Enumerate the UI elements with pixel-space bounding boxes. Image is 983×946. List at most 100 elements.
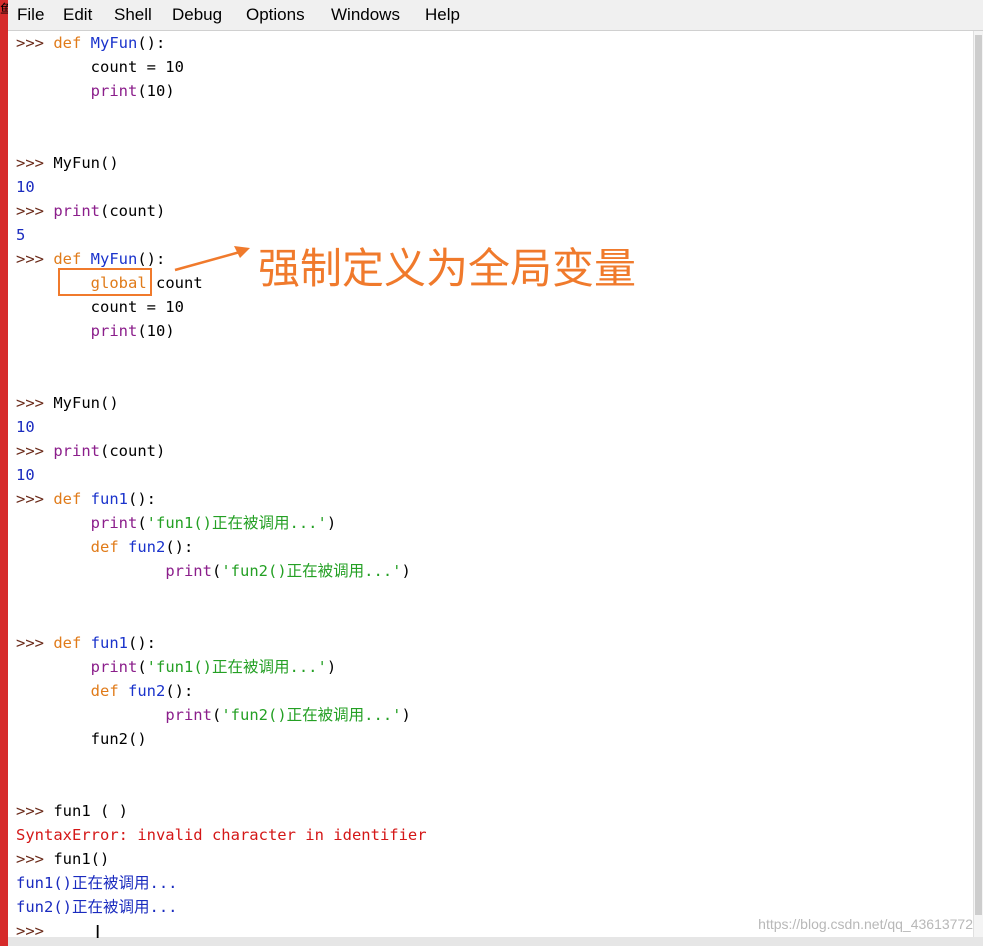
code-token: ) [401,706,411,724]
shell-line: 5 [16,223,25,247]
shell-line: count = 10 [16,55,184,79]
code-token: print [53,202,100,220]
annotation-highlight-box [58,268,152,296]
code-token: def [53,34,82,52]
code-token: fun1 ( ) [53,802,128,820]
shell-text-area[interactable]: >>> def MyFun(): count = 10 print(10) >>>… [8,31,974,937]
code-token: print [90,322,138,340]
code-token: ) [326,514,337,532]
code-token: MyFun() [53,394,119,412]
shell-line: SyntaxError: invalid character in identi… [16,823,427,847]
code-token: 10 [16,178,35,196]
shell-line: 10 [16,175,35,199]
vertical-scrollbar[interactable] [973,31,983,937]
menu-windows[interactable]: Windows [331,5,400,25]
code-token: fun1 [90,490,128,508]
code-token: 5 [16,226,26,244]
shell-line: def fun2(): [16,535,194,559]
code-token: print [53,442,100,460]
watermark: https://blog.csdn.net/qq_43613772 [758,916,973,932]
code-token: >>> [16,154,54,172]
code-token: ( [211,706,222,724]
menu-debug[interactable]: Debug [172,5,222,25]
code-token: fun2 [128,682,166,700]
code-token: >>> [16,922,54,937]
annotation-label: 强制定义为全局变量 [258,244,637,293]
code-token: def [53,490,82,508]
code-token: print [90,514,138,532]
shell-line: >>> def fun1(): [16,631,156,655]
menu-shell[interactable]: Shell [114,5,152,25]
code-token: >>> [16,850,54,868]
code-token: fun2()正在被调用... [16,898,178,916]
menu-edit[interactable]: Edit [63,5,92,25]
code-token: (): [137,250,166,268]
window-left-edge [0,0,8,946]
shell-line: def fun2(): [16,679,194,703]
shell-line: >>> fun1() [16,847,109,871]
shell-line: >>> MyFun() [16,391,119,415]
code-token: (): [165,682,194,700]
code-token: >>> [16,802,54,820]
code-token: 10 [16,418,35,436]
shell-line: print('fun2()正在被调用...') [16,703,411,727]
status-strip [8,937,983,946]
shell-line: >>> [16,919,53,937]
code-token: 'fun2()正在被调用...' [221,562,402,580]
shell-line: fun2()正在被调用... [16,895,178,919]
code-token: MyFun [90,250,138,268]
menu-options[interactable]: Options [246,5,305,25]
menu-file[interactable]: File [17,5,44,25]
menu-help[interactable]: Help [425,5,460,25]
code-token: >>> [16,250,54,268]
shell-line: count = 10 [16,295,184,319]
code-token: print [165,562,212,580]
code-token: def [53,250,82,268]
code-token: fun2() [16,730,147,748]
code-token: (10) [137,82,175,100]
code-token: MyFun [90,34,138,52]
shell-line: print('fun2()正在被调用...') [16,559,411,583]
code-token: 'fun1()正在被调用...' [146,514,327,532]
menu-bar: File Edit Shell Debug Options Windows He… [8,0,983,31]
code-token: count [146,274,203,292]
code-token: def [90,538,119,556]
shell-line: >>> MyFun() [16,151,119,175]
code-token: >>> [16,442,54,460]
text-cursor-icon: I [95,922,101,943]
code-token: SyntaxError: invalid character in identi… [16,826,427,844]
shell-line: 10 [16,415,35,439]
code-token: count = 10 [16,58,184,76]
shell-line: >>> def fun1(): [16,487,156,511]
code-token: (count) [100,442,166,460]
code-token: ( [211,562,222,580]
code-token: ( [137,658,147,676]
code-token: print [90,658,138,676]
code-token: (10) [137,322,175,340]
code-token: def [53,634,82,652]
code-token: count = 10 [16,298,184,316]
code-token: >>> [16,490,54,508]
scrollbar-thumb[interactable] [975,35,982,915]
code-token: >>> [16,34,54,52]
shell-line: print(10) [16,319,175,343]
shell-line: print('fun1()正在被调用...') [16,655,337,679]
code-token: print [165,706,212,724]
code-token: >>> [16,394,54,412]
code-token: print [90,82,138,100]
shell-line: fun1()正在被调用... [16,871,178,895]
code-token: (): [128,490,156,508]
code-token: 'fun2()正在被调用...' [221,706,402,724]
code-token: 10 [16,466,35,484]
code-token: (): [165,538,194,556]
